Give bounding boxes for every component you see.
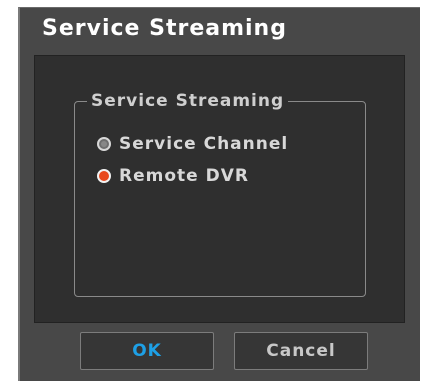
option-label: Remote DVR xyxy=(119,166,249,186)
cancel-button[interactable]: Cancel xyxy=(234,332,368,370)
option-remote-dvr[interactable]: Remote DVR xyxy=(97,164,249,188)
dialog-title: Service Streaming xyxy=(42,16,287,41)
radio-selected-icon[interactable] xyxy=(97,169,111,183)
ok-button[interactable]: OK xyxy=(80,332,214,370)
content-panel: Service Streaming Service Channel Remote… xyxy=(34,55,405,323)
option-service-channel[interactable]: Service Channel xyxy=(97,132,288,156)
service-streaming-dialog: Service Streaming Service Streaming Serv… xyxy=(18,7,420,381)
group-legend: Service Streaming xyxy=(87,90,289,112)
service-streaming-group: Service Streaming Service Channel Remote… xyxy=(74,90,366,297)
option-label: Service Channel xyxy=(119,134,289,154)
radio-unselected-icon[interactable] xyxy=(97,137,111,151)
